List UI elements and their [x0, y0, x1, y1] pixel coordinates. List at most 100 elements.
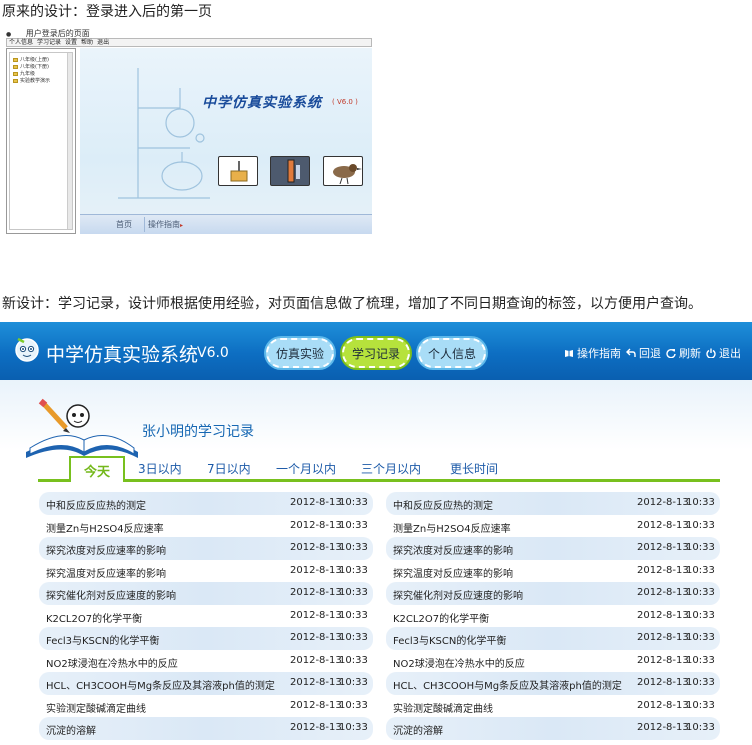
- record-row[interactable]: 探究催化剂对反应速度的影响 2012-8-13 10:33: [386, 582, 720, 605]
- tab-today[interactable]: 今天: [69, 456, 125, 482]
- old-tree-item-label: 八年级(上册): [20, 57, 49, 63]
- nav-pill-simulation[interactable]: 仿真实验: [266, 338, 334, 368]
- record-date: 2012-8-13: [637, 564, 689, 576]
- old-tree-item[interactable]: 八年级(下册): [13, 63, 49, 70]
- page-heading: 张小明的学习记录: [142, 424, 254, 440]
- old-menu-records[interactable]: 学习记录: [37, 39, 61, 46]
- folder-icon: [13, 64, 18, 69]
- record-time: 10:33: [686, 519, 715, 531]
- record-date: 2012-8-13: [290, 632, 342, 643]
- old-menu-exit[interactable]: 退出: [97, 39, 109, 46]
- record-name: 测量Zn与H2SO4反应速率: [46, 523, 164, 535]
- record-name: Fecl3与KSCN的化学平衡: [46, 636, 160, 647]
- record-date: 2012-8-13: [290, 722, 342, 733]
- record-name: K2CL2O7的化学平衡: [46, 613, 143, 625]
- top-header-bar: 中学仿真实验系统 V6.0 仿真实验 学习记录 个人信息 操作指南 回退 刷新 …: [0, 322, 752, 380]
- mascot-logo-icon: [15, 337, 39, 362]
- old-thumb-experiment-2[interactable]: [270, 156, 310, 186]
- record-row[interactable]: 实验测定酸碱滴定曲线 2012-8-13 10:33: [39, 695, 373, 718]
- tab-three-days[interactable]: 3日以内: [138, 460, 182, 477]
- record-row[interactable]: 探究浓度对反应速率的影响 2012-8-13 10:33: [386, 537, 720, 560]
- old-design-caption: 原来的设计：登录进入后的第一页: [2, 4, 212, 20]
- old-thumb-experiment-3[interactable]: [323, 156, 363, 186]
- tab-seven-days[interactable]: 7日以内: [207, 460, 251, 477]
- old-thumb-experiment-1[interactable]: [218, 156, 258, 186]
- old-tree-item[interactable]: 九年级: [13, 70, 35, 77]
- record-row[interactable]: NO2球浸泡在冷热水中的反应 2012-8-13 10:33: [39, 650, 373, 673]
- app-title: 中学仿真实验系统: [46, 344, 199, 366]
- record-time: 10:33: [686, 677, 715, 688]
- record-time: 10:33: [339, 722, 368, 733]
- old-nav-guide[interactable]: 操作指南▸: [148, 219, 183, 230]
- tab-longer[interactable]: 更长时间: [450, 460, 498, 477]
- record-date: 2012-8-13: [290, 497, 342, 508]
- record-date: 2012-8-13: [637, 497, 689, 508]
- old-nav-home[interactable]: 首页: [116, 219, 132, 230]
- old-tree-item[interactable]: 八年级(上册): [13, 56, 49, 63]
- toolbar-guide-button[interactable]: 操作指南: [564, 345, 621, 361]
- record-time: 10:33: [686, 542, 715, 553]
- tab-one-month[interactable]: 一个月以内: [276, 460, 336, 477]
- old-tree-item[interactable]: 实验教学演示: [13, 77, 50, 84]
- toolbar-logout-button[interactable]: 退出: [706, 345, 741, 361]
- record-row[interactable]: NO2球浸泡在冷热水中的反应 2012-8-13 10:33: [386, 650, 720, 673]
- record-row[interactable]: K2CL2O7的化学平衡 2012-8-13 10:33: [39, 605, 373, 628]
- record-name: 沉淀的溶解: [46, 726, 96, 737]
- record-row[interactable]: K2CL2O7的化学平衡 2012-8-13 10:33: [386, 605, 720, 628]
- record-name: 中和反应反应热的测定: [46, 501, 146, 512]
- record-row[interactable]: 探究浓度对反应速率的影响 2012-8-13 10:33: [39, 537, 373, 560]
- record-time: 10:33: [686, 722, 715, 733]
- toolbar-logout-label: 退出: [719, 347, 741, 360]
- records-content: 张小明的学习记录 今天 3日以内 7日以内 一个月以内 三个月以内 更长时间 中…: [0, 380, 752, 745]
- record-row[interactable]: HCL、CH3COOH与Mg条反应及其溶液ph值的测定 2012-8-13 10:3…: [386, 672, 720, 695]
- old-menu-help[interactable]: 帮助: [81, 39, 93, 46]
- record-date: 2012-8-13: [290, 542, 342, 553]
- old-menu-settings[interactable]: 设置: [65, 39, 77, 46]
- old-nav-guide-label: 操作指南: [148, 220, 180, 229]
- record-date: 2012-8-13: [290, 519, 342, 531]
- record-time: 10:33: [339, 497, 368, 508]
- tab-three-months[interactable]: 三个月以内: [361, 460, 421, 477]
- old-menu-profile[interactable]: 个人信息: [9, 39, 33, 46]
- record-row[interactable]: 沉淀的溶解 2012-8-13 10:33: [386, 717, 720, 740]
- record-date: 2012-8-13: [290, 564, 342, 576]
- record-time: 10:33: [339, 587, 368, 598]
- record-row[interactable]: 实验测定酸碱滴定曲线 2012-8-13 10:33: [386, 695, 720, 718]
- record-row[interactable]: 测量Zn与H2SO4反应速率 2012-8-13 10:33: [386, 515, 720, 538]
- record-row[interactable]: 测量Zn与H2SO4反应速率 2012-8-13 10:33: [39, 515, 373, 538]
- nav-pill-profile[interactable]: 个人信息: [418, 338, 486, 368]
- record-time: 10:33: [339, 699, 368, 711]
- record-row[interactable]: HCL、CH3COOH与Mg条反应及其溶液ph值的测定 2012-8-13 10:3…: [39, 672, 373, 695]
- record-row[interactable]: 探究温度对反应速率的影响 2012-8-13 10:33: [386, 560, 720, 583]
- toolbar-guide-label: 操作指南: [577, 347, 621, 360]
- record-date: 2012-8-13: [637, 632, 689, 643]
- record-row[interactable]: Fecl3与KSCN的化学平衡 2012-8-13 10:33: [39, 627, 373, 650]
- nav-pill-records[interactable]: 学习记录: [342, 338, 410, 368]
- record-name: 沉淀的溶解: [393, 726, 443, 737]
- record-name: 实验测定酸碱滴定曲线: [46, 703, 146, 715]
- toolbar-refresh-button[interactable]: 刷新: [666, 345, 701, 361]
- toolbar-back-button[interactable]: 回退: [626, 345, 661, 361]
- record-time: 10:33: [339, 632, 368, 643]
- refresh-icon: [666, 348, 676, 358]
- record-time: 10:33: [686, 699, 715, 711]
- record-date: 2012-8-13: [637, 699, 689, 711]
- record-row[interactable]: 探究催化剂对反应速度的影响 2012-8-13 10:33: [39, 582, 373, 605]
- records-list-right: 中和反应反应热的测定 2012-8-13 10:33 测量Zn与H2SO4反应速率 20…: [386, 492, 720, 740]
- record-date: 2012-8-13: [290, 677, 342, 688]
- record-date: 2012-8-13: [290, 654, 342, 666]
- record-row[interactable]: 沉淀的溶解 2012-8-13 10:33: [39, 717, 373, 740]
- record-name: 探究催化剂对反应速度的影响: [393, 591, 523, 602]
- old-tree-panel: 八年级(上册) 八年级(下册) 九年级 实验教学演示: [6, 48, 76, 234]
- bullet-icon: ●: [6, 31, 12, 38]
- record-row[interactable]: 中和反应反应热的测定 2012-8-13 10:33: [386, 492, 720, 515]
- record-name: 中和反应反应热的测定: [393, 501, 493, 512]
- record-row[interactable]: 探究温度对反应速率的影响 2012-8-13 10:33: [39, 560, 373, 583]
- record-row[interactable]: Fecl3与KSCN的化学平衡 2012-8-13 10:33: [386, 627, 720, 650]
- old-tree-scrollbar[interactable]: [67, 53, 72, 229]
- toolbar-refresh-label: 刷新: [679, 347, 701, 360]
- record-name: NO2球浸泡在冷热水中的反应: [393, 658, 525, 670]
- triangle-right-icon: ▸: [180, 222, 184, 229]
- old-main-area: 中学仿真实验系统 ( V6.0 ) 首页 操作指南▸: [80, 48, 372, 234]
- record-row[interactable]: 中和反应反应热的测定 2012-8-13 10:33: [39, 492, 373, 515]
